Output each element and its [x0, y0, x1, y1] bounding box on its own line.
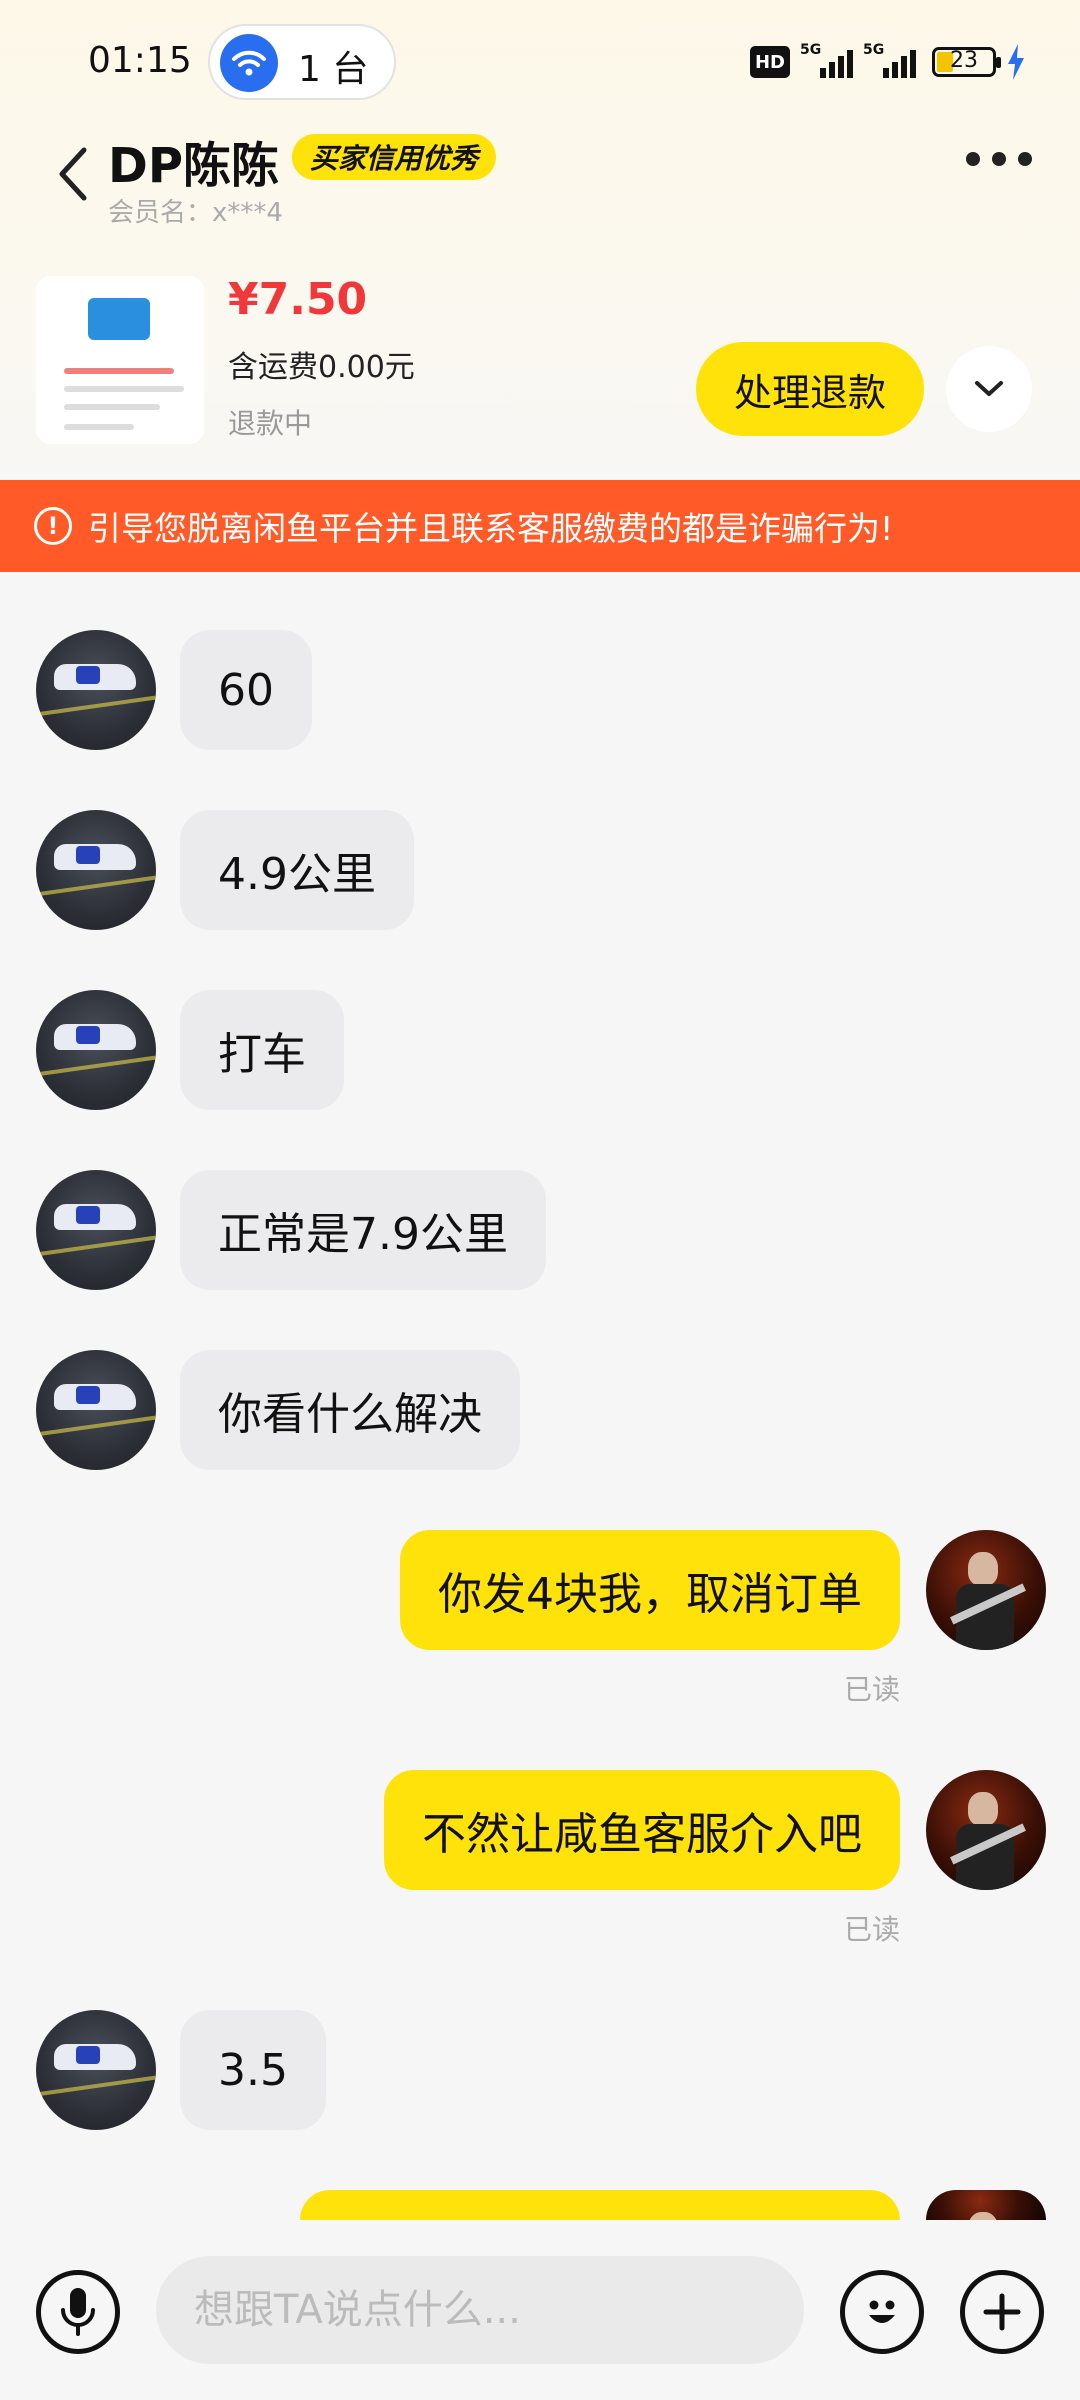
network-type-label: 5G [800, 42, 822, 58]
message-bubble-incoming[interactable]: 正常是7.9公里 [180, 1170, 546, 1290]
emoji-icon[interactable] [840, 2270, 924, 2354]
hotspot-device-count: 1 台 [298, 49, 369, 90]
network-type-label: 5G [863, 42, 885, 58]
more-options-icon[interactable] [966, 152, 1032, 166]
hotspot-indicator[interactable]: 1 台 [208, 24, 396, 100]
signal-icon-sim2: 5G [863, 42, 916, 78]
clock: 01:15 [88, 40, 192, 81]
charging-icon [1008, 44, 1024, 80]
message-bubble-incoming[interactable]: 60 [180, 630, 312, 750]
message-input-bar [0, 2220, 1080, 2400]
message-input[interactable] [156, 2256, 804, 2364]
avatar[interactable] [36, 810, 156, 930]
system-icons: HD 5G 5G 23 [750, 42, 1026, 82]
contact-name[interactable]: DP陈陈 [108, 126, 279, 196]
battery-icon: 23 [932, 47, 1001, 77]
avatar[interactable] [36, 2010, 156, 2130]
order-status: 退款中 [228, 407, 313, 440]
message-bubble-outgoing[interactable]: 不然让咸鱼客服介入吧 [384, 1770, 900, 1890]
avatar[interactable] [926, 1770, 1046, 1890]
battery-level: 23 [950, 48, 978, 73]
credit-badge: 买家信用优秀 [292, 134, 497, 180]
read-receipt: 已读 [843, 1673, 900, 1706]
shipping-fee: 含运费0.00元 [228, 350, 415, 385]
chevron-down-icon[interactable] [946, 346, 1032, 432]
message-bubble-outgoing-partial[interactable] [300, 2190, 900, 2220]
avatar[interactable] [36, 990, 156, 1110]
avatar[interactable] [36, 1350, 156, 1470]
message-bubble-incoming[interactable]: 4.9公里 [180, 810, 414, 930]
product-thumbnail[interactable] [36, 276, 204, 444]
message-bubble-outgoing[interactable]: 你发4块我，取消订单 [400, 1530, 900, 1650]
avatar[interactable] [36, 630, 156, 750]
read-receipt: 已读 [843, 1913, 900, 1946]
message-bubble-incoming[interactable]: 3.5 [180, 2010, 326, 2130]
signal-icon-sim1: 5G [800, 42, 853, 78]
status-bar: 01:15 1 台 HD 5G 5G 23 [0, 0, 1080, 122]
fraud-warning-banner: ! 引导您脱离闲鱼平台并且联系客服缴费的都是诈骗行为! [0, 480, 1080, 572]
alert-icon: ! [34, 507, 72, 545]
avatar[interactable] [926, 2190, 1046, 2220]
message-bubble-incoming[interactable]: 你看什么解决 [180, 1350, 520, 1470]
product-price: ¥7.50 [228, 274, 368, 325]
microphone-icon[interactable] [36, 2270, 120, 2354]
avatar[interactable] [926, 1530, 1046, 1650]
handle-refund-button[interactable]: 处理退款 [696, 342, 924, 436]
member-name: 会员名：x***4 [108, 198, 283, 228]
wifi-hotspot-icon [220, 34, 278, 92]
plus-icon[interactable] [960, 2270, 1044, 2354]
avatar[interactable] [36, 1170, 156, 1290]
message-bubble-incoming[interactable]: 打车 [180, 990, 344, 1110]
back-arrow-icon[interactable] [50, 142, 98, 206]
warning-text: 引导您脱离闲鱼平台并且联系客服缴费的都是诈骗行为! [88, 509, 894, 548]
hd-voice-icon: HD [750, 46, 790, 78]
